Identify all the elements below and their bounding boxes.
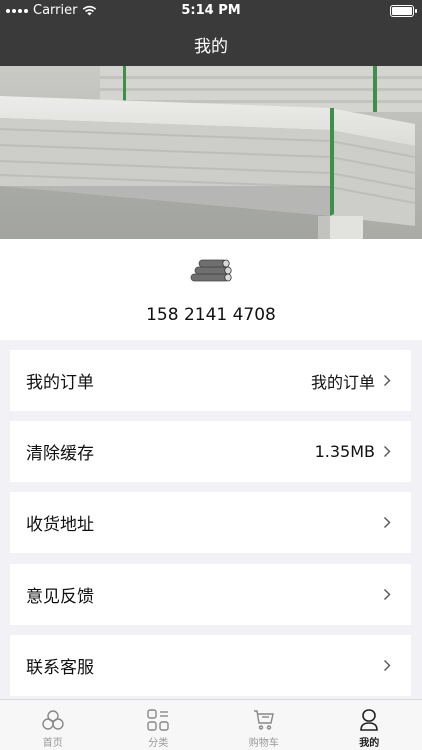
chevron-right-icon: [384, 446, 391, 457]
status-bar: Carrier 5:14 PM: [0, 0, 422, 22]
menu-item-value: 我的订单: [310, 372, 375, 392]
profile-card: 158 2141 4708: [0, 239, 422, 340]
tab-cart[interactable]: 购物车: [211, 700, 317, 750]
tab-home[interactable]: 首页: [0, 700, 106, 750]
menu-item-customer-service[interactable]: 联系客服: [10, 635, 411, 696]
chevron-right-icon: [384, 660, 391, 671]
nav-bar: 我的: [0, 22, 422, 66]
tab-bar: 首页 分类 购物车 我的: [0, 699, 422, 750]
phone-number: 158 2141 4708: [146, 305, 276, 325]
menu-item-clear-cache[interactable]: 清除缓存 1.35MB: [10, 421, 411, 482]
menu-item-label: 收货地址: [26, 515, 94, 535]
battery-icon: [390, 5, 417, 17]
menu-item-feedback[interactable]: 意见反馈: [10, 564, 411, 625]
category-icon: [147, 709, 169, 731]
menu-item-orders[interactable]: 我的订单 我的订单: [10, 350, 411, 411]
page-title: 我的: [194, 36, 228, 57]
chevron-right-icon: [384, 517, 391, 528]
cart-icon: [253, 710, 274, 730]
menu-item-address[interactable]: 收货地址: [10, 492, 411, 553]
menu-item-label: 意见反馈: [26, 587, 94, 607]
profile-icon: [360, 709, 379, 731]
chevron-right-icon: [384, 589, 391, 600]
banner-image: [0, 66, 422, 239]
menu-item-label: 联系客服: [26, 658, 94, 678]
home-icon: [42, 710, 64, 730]
menu-item-value: 1.35MB: [314, 442, 375, 461]
tab-label: 首页: [42, 738, 63, 749]
menu-item-label: 我的订单: [26, 373, 94, 393]
menu-item-label: 清除缓存: [26, 444, 94, 464]
status-time: 5:14 PM: [181, 3, 241, 18]
chevron-right-icon: [384, 375, 391, 386]
banner-photo: [0, 66, 422, 239]
tab-category[interactable]: 分类: [106, 700, 212, 750]
tab-profile[interactable]: 我的: [317, 700, 422, 750]
tab-label: 分类: [148, 738, 169, 749]
tab-label: 购物车: [248, 738, 279, 749]
tab-label: 我的: [359, 738, 380, 749]
avatar[interactable]: [187, 256, 235, 288]
